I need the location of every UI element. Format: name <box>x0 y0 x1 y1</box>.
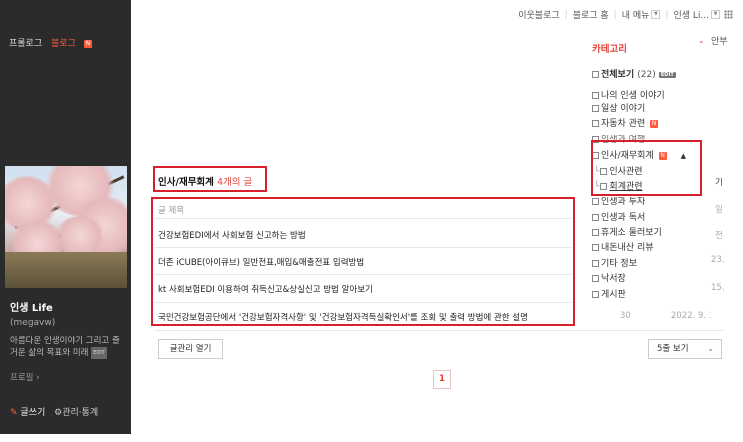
tab-prologue[interactable]: 프롤로그 <box>9 39 42 49</box>
write-admin-bar: ✎ 글쓰기 ⚙관리·통계 <box>10 405 98 418</box>
category-item-label: 인생과 독서 <box>601 213 646 223</box>
doc-icon <box>592 244 599 251</box>
date-fragment: 15. <box>711 283 725 293</box>
category-item-label: 휴게소 둘러보기 <box>601 228 662 238</box>
tab-blog[interactable]: 블로그 N <box>51 39 98 49</box>
category-item-label: 나의 인생 이야기 <box>601 91 665 101</box>
doc-icon <box>592 120 599 127</box>
divider <box>155 247 571 248</box>
date-fragment: 23. <box>711 255 725 265</box>
top-navigation: 이웃블로그 | 블로그 홈 | 내 메뉴 ▼ | 인생 Li... ▼ <box>518 8 733 21</box>
profile-sidebar: 프롤로그 블로그 N 인생 Life (megavw) 아름다운 인생이야기 그리… <box>0 0 131 434</box>
category-item-label: 낙서장 <box>601 274 626 284</box>
blog-page: 프롤로그 블로그 N 인생 Life (megavw) 아름다운 인생이야기 그리… <box>0 0 743 442</box>
divider <box>155 274 571 275</box>
profile-link[interactable]: 프로필 › <box>10 371 40 383</box>
doc-icon <box>592 229 599 236</box>
blog-description: 아름다운 인생이야기 그리고 즐거운 삶의 목표와 미래 EDIT <box>10 335 126 359</box>
doc-icon <box>592 260 599 267</box>
separator: | <box>613 9 617 20</box>
category-item[interactable]: 자동차 관련 N <box>592 116 659 129</box>
new-badge: N <box>650 120 659 128</box>
grid-menu-icon[interactable] <box>724 10 733 19</box>
category-item-label: 게시판 <box>601 290 626 300</box>
doc-icon <box>592 105 599 112</box>
category-item[interactable]: 기타 정보 <box>592 256 637 269</box>
category-heading: 인사/재무회계 4개의 글 <box>158 174 252 188</box>
admin-stats-link[interactable]: ⚙관리·통계 <box>54 408 98 418</box>
category-item[interactable]: 나의 인생 이야기 <box>592 88 665 101</box>
chevron-down-icon: ⌄ <box>707 344 714 353</box>
neighbor-blog-link[interactable]: 이웃블로그 <box>518 8 559 21</box>
category-item[interactable]: 인생과 독서 <box>592 210 645 223</box>
user-menu[interactable]: 인생 Li... <box>673 8 709 21</box>
chevron-up-icon[interactable]: ⌃ <box>698 40 705 49</box>
new-badge: N <box>83 40 92 48</box>
pencil-icon: ✎ <box>10 408 18 418</box>
category-item-label: 인생과 투자 <box>601 197 646 207</box>
post-row[interactable]: 건강보험EDI에서 사회보험 신고하는 방법 <box>158 229 306 241</box>
date-fragment: 전 <box>715 231 723 241</box>
rows-per-page-select[interactable]: 5줄 보기 ⌄ <box>648 339 722 359</box>
profile-photo[interactable] <box>5 166 127 288</box>
category-all-count: (22) <box>637 70 656 80</box>
post-count: 4개의 글 <box>216 177 253 188</box>
category-item-label: 자동차 관련 <box>601 119 646 129</box>
doc-icon <box>592 214 599 221</box>
chevron-right-icon: › <box>36 373 40 383</box>
separator: | <box>665 9 669 20</box>
doc-icon <box>592 291 599 298</box>
write-label: 글쓰기 <box>20 408 46 418</box>
column-header-fragment: 기 <box>715 178 723 188</box>
write-button[interactable]: ✎ 글쓰기 <box>10 408 45 418</box>
category-title: 카테고리 <box>592 44 627 55</box>
chevron-down-icon[interactable]: ▼ <box>711 10 720 19</box>
post-row[interactable]: 국민건강보험공단에서 '건강보험자격사항' 및 '건강보험자격득실확인서'를 조… <box>158 311 528 323</box>
category-item[interactable]: 게시판 <box>592 287 626 300</box>
photo-ground <box>5 252 127 288</box>
post-row[interactable]: kt 사회보험EDI 이용하여 취득신고&상실신고 방법 알아보기 <box>158 283 373 295</box>
doc-icon <box>592 92 599 99</box>
gear-icon: ⚙ <box>54 408 63 418</box>
category-item-label: 내돈내산 리뷰 <box>601 243 654 253</box>
category-heading-title: 인사/재무회계 <box>158 177 214 188</box>
blog-home-link[interactable]: 블로그 홈 <box>573 8 609 21</box>
divider <box>155 218 571 219</box>
edit-chip[interactable]: EDIT <box>91 347 107 359</box>
category-item[interactable]: 일상 이야기 <box>592 101 645 114</box>
divider <box>155 302 571 303</box>
doc-icon <box>592 198 599 205</box>
category-item-label: 일상 이야기 <box>601 104 646 114</box>
category-item[interactable]: 휴게소 둘러보기 <box>592 225 662 238</box>
chevron-down-icon[interactable]: ▼ <box>651 10 661 19</box>
column-header-fragment: 일 <box>715 205 723 215</box>
guestbook-tab[interactable]: 안부 <box>711 34 728 47</box>
post-manage-button[interactable]: 글관리 열기 <box>158 339 223 359</box>
doc-icon <box>592 71 599 78</box>
column-header-title: 글 제목 <box>158 206 185 216</box>
category-all[interactable]: 전체보기 (22) EDIT <box>592 67 676 80</box>
mask <box>711 311 741 323</box>
admin-label: 관리·통계 <box>62 408 99 418</box>
profile-label: 프로필 <box>10 373 34 383</box>
photo-blossom <box>55 216 105 256</box>
highlight-category-box <box>591 140 702 196</box>
divider <box>155 330 723 331</box>
pagination-page[interactable]: 1 <box>433 370 451 389</box>
tab-blog-label: 블로그 <box>51 39 76 49</box>
category-item[interactable]: 낙서장 <box>592 271 626 284</box>
separator: | <box>564 9 568 20</box>
category-item[interactable]: 내돈내산 리뷰 <box>592 240 654 253</box>
category-edit-chip[interactable]: EDIT <box>658 72 676 78</box>
blog-id: (megavw) <box>10 318 56 328</box>
category-all-label: 전체보기 <box>601 70 635 80</box>
view-count: 30 <box>620 311 631 321</box>
post-row[interactable]: 더존 iCUBE(아이큐브) 일반전표,매입&매출전표 입력방법 <box>158 256 364 268</box>
sidebar-tabs: 프롤로그 블로그 N <box>9 36 104 49</box>
rows-per-page-label: 5줄 보기 <box>657 344 689 354</box>
doc-icon <box>592 275 599 282</box>
category-item-label: 기타 정보 <box>601 259 637 269</box>
blog-name: 인생 Life <box>10 303 53 314</box>
my-menu-link[interactable]: 내 메뉴 <box>622 8 650 21</box>
